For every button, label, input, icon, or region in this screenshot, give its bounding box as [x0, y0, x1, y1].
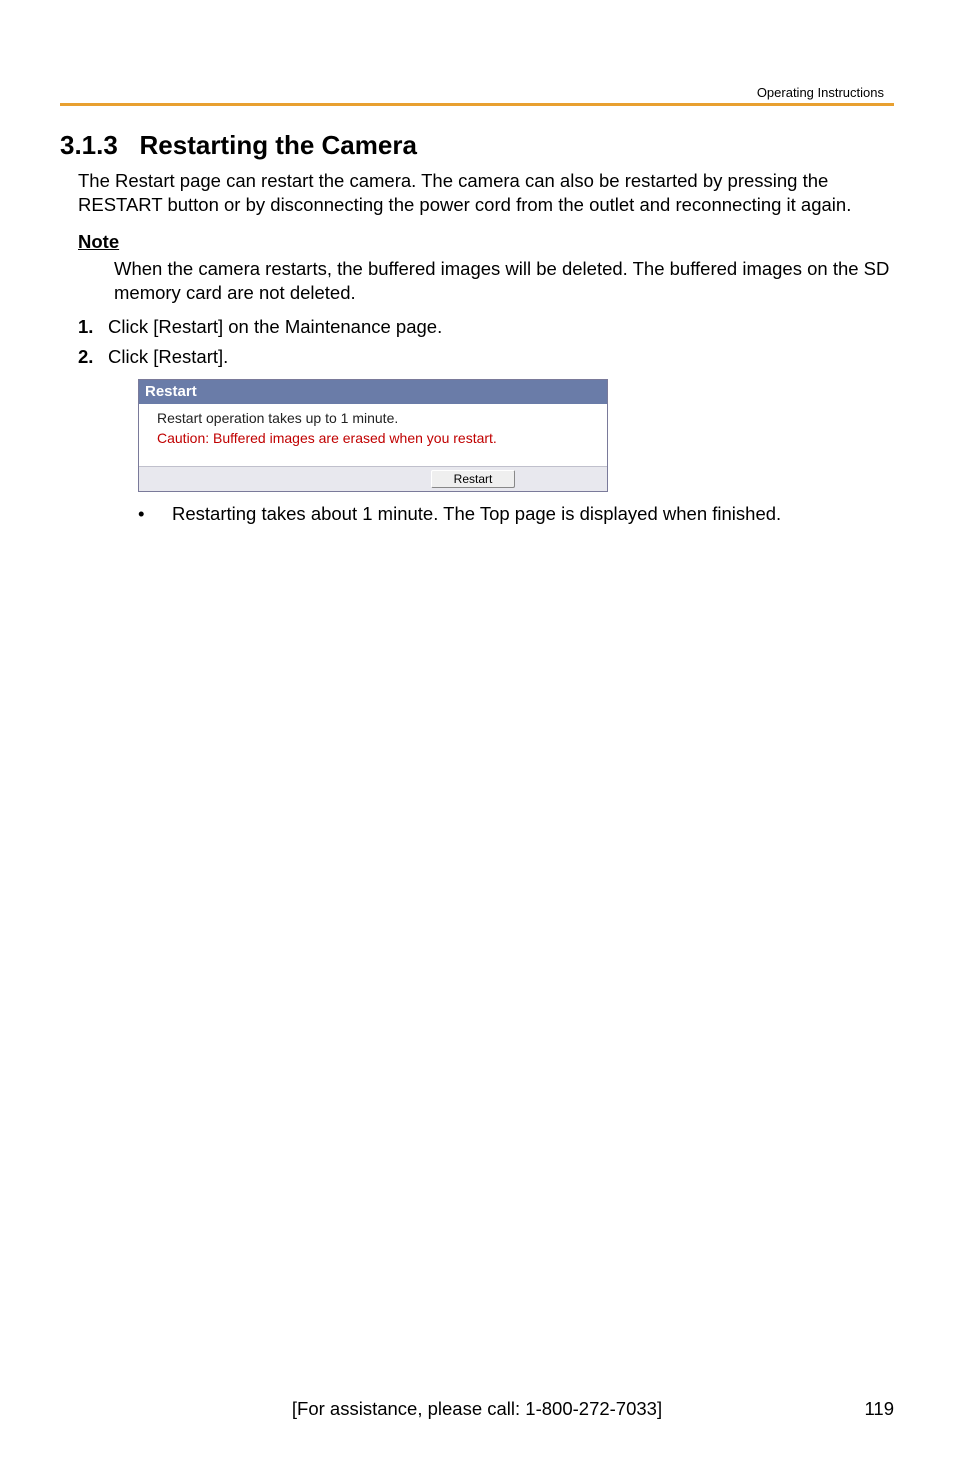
- intro-paragraph: The Restart page can restart the camera.…: [78, 169, 894, 217]
- restart-panel: Restart Restart operation takes up to 1 …: [138, 379, 608, 492]
- note-heading: Note: [78, 231, 894, 253]
- bullet-text: Restarting takes about 1 minute. The Top…: [172, 502, 781, 526]
- step-1: 1. Click [Restart] on the Maintenance pa…: [78, 315, 894, 339]
- note-body: When the camera restarts, the buffered i…: [114, 257, 894, 305]
- step-number: 2.: [78, 346, 108, 368]
- page-footer: [For assistance, please call: 1-800-272-…: [60, 1398, 894, 1420]
- panel-info-line: Restart operation takes up to 1 minute.: [139, 408, 607, 428]
- header-rule: [60, 103, 894, 106]
- bullet-item: • Restarting takes about 1 minute. The T…: [138, 502, 894, 526]
- bullet-marker: •: [138, 502, 172, 526]
- restart-panel-container: Restart Restart operation takes up to 1 …: [138, 379, 608, 492]
- panel-footer: Restart: [139, 466, 607, 491]
- footer-assist: [For assistance, please call: 1-800-272-…: [120, 1398, 834, 1420]
- step-2: 2. Click [Restart].: [78, 345, 894, 369]
- section-number: 3.1.3: [60, 130, 118, 160]
- panel-title: Restart: [139, 380, 607, 404]
- step-text: Click [Restart].: [108, 345, 228, 369]
- section-title: 3.1.3 Restarting the Camera: [60, 130, 894, 161]
- step-text: Click [Restart] on the Maintenance page.: [108, 315, 442, 339]
- panel-caution-line: Caution: Buffered images are erased when…: [139, 428, 607, 448]
- doc-label: Operating Instructions: [757, 85, 884, 100]
- footer-page-number: 119: [834, 1398, 894, 1420]
- panel-body: Restart operation takes up to 1 minute. …: [139, 404, 607, 466]
- step-number: 1.: [78, 316, 108, 338]
- section-heading: Restarting the Camera: [140, 130, 417, 160]
- restart-button[interactable]: Restart: [431, 470, 516, 488]
